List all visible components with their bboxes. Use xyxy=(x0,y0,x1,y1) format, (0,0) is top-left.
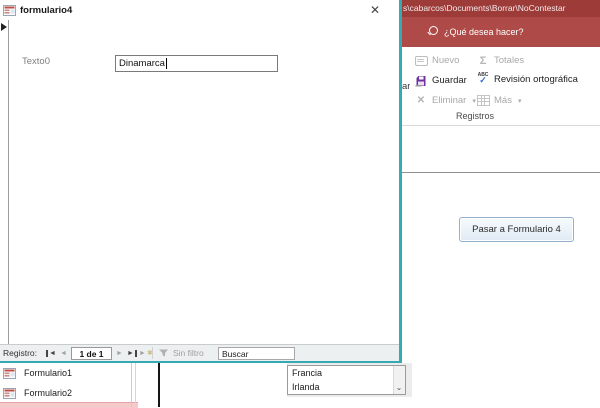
new-record-button[interactable]: Nuevo xyxy=(414,53,459,68)
sum-icon: Σ xyxy=(479,54,487,67)
texto0-field[interactable]: Dinamarca xyxy=(115,55,278,72)
save-button[interactable]: Guardar xyxy=(414,73,467,88)
tell-me-search[interactable]: ¿Qué desea hacer? xyxy=(444,27,524,37)
country-listbox[interactable]: Francia Irlanda ⌄ xyxy=(287,365,406,395)
filter-status-label[interactable]: Sin filtro xyxy=(173,345,204,361)
nav-pane-border xyxy=(135,363,136,407)
form-icon xyxy=(3,367,16,379)
save-icon xyxy=(414,74,428,87)
search-icon xyxy=(429,26,438,35)
form-icon xyxy=(3,387,16,399)
form-window-top-edge xyxy=(399,172,600,173)
scroll-down-icon[interactable]: ⌄ xyxy=(394,383,404,393)
record-nav-label: Registro: xyxy=(3,348,38,358)
formulario4-dialog: formulario4 ✕ Texto0 Dinamarca Registro:… xyxy=(0,0,402,363)
list-item[interactable]: Francia xyxy=(288,366,405,380)
clipped-ribbon-text: ar xyxy=(402,81,410,92)
first-record-button[interactable]: ◄ xyxy=(46,345,56,361)
first-record-icon xyxy=(46,349,48,357)
new-blank-record-button[interactable]: ► ✱ xyxy=(139,345,153,361)
grid-icon xyxy=(476,94,490,107)
record-position-box[interactable]: 1 de 1 xyxy=(71,347,112,360)
ribbon-group-registros: Registros xyxy=(455,111,494,121)
texto0-label: Texto0 xyxy=(22,56,50,67)
chevron-down-icon[interactable]: ▾ xyxy=(518,97,522,105)
search-input[interactable]: Buscar xyxy=(218,347,295,360)
next-record-button[interactable]: ► xyxy=(116,345,123,361)
spell-check-icon: ABC ✓ xyxy=(477,72,489,85)
form-icon xyxy=(3,4,16,16)
nav-pane-item-formulario2[interactable]: Formulario2 xyxy=(3,386,72,400)
record-selector-divider xyxy=(8,20,9,344)
delete-icon: ✕ xyxy=(416,95,426,106)
dialog-titlebar[interactable]: formulario4 ✕ xyxy=(0,0,399,20)
more-button[interactable]: Más ▾ xyxy=(476,93,521,108)
list-item[interactable]: Irlanda xyxy=(288,380,405,394)
nav-pane-border xyxy=(131,363,132,407)
nav-pane-item-formulario1[interactable]: Formulario1 xyxy=(3,366,72,380)
listbox-scrollbar[interactable]: ⌄ xyxy=(393,366,405,394)
nav-divider xyxy=(152,347,153,359)
text-cursor xyxy=(165,58,167,69)
close-icon[interactable]: ✕ xyxy=(367,2,383,18)
record-navigation-bar: Registro: ◄ ◄ 1 de 1 ► ► ► ✱ Sin filtro … xyxy=(0,344,399,361)
record-selector-arrow xyxy=(1,23,7,31)
last-record-icon xyxy=(134,349,137,357)
form-window-left-edge xyxy=(158,363,160,407)
previous-record-button[interactable]: ◄ xyxy=(60,345,67,361)
last-record-button[interactable]: ► xyxy=(127,345,137,361)
ribbon-divider xyxy=(399,125,600,126)
totals-button[interactable]: Σ Totales xyxy=(476,53,524,68)
pasar-a-formulario4-button[interactable]: Pasar a Formulario 4 xyxy=(459,217,574,242)
spell-check-button[interactable]: ABC ✓ Revisión ortográfica xyxy=(476,72,578,87)
dialog-title: formulario4 xyxy=(20,4,73,16)
filter-icon xyxy=(158,345,169,361)
window-title-path: s\cabarcos\Documents\Borrar\NoContestar xyxy=(403,3,566,13)
new-record-icon xyxy=(414,54,428,67)
nav-pane-selected-item-edge xyxy=(0,402,138,408)
delete-button[interactable]: ✕ Eliminar ▾ xyxy=(414,93,476,108)
